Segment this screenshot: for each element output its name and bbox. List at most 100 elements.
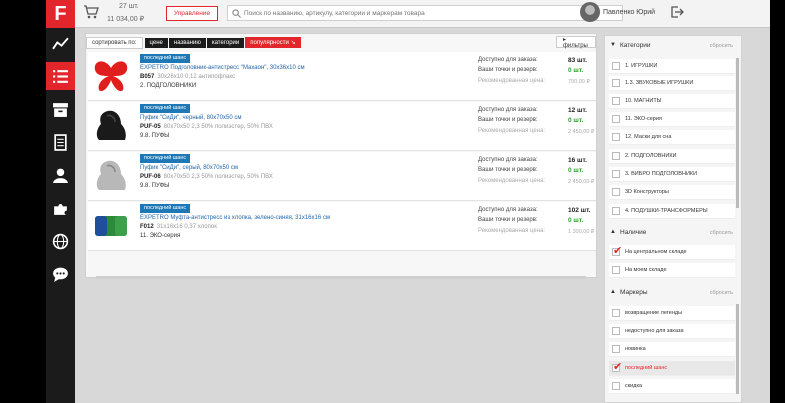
filter-panel: ▼ Категории сбросить 1. ИГРУШКИ 1.3. ЗВУ… [604, 35, 742, 403]
product-name-link[interactable]: Пуфик "СиДи", черный, 80х70х50 см [140, 115, 241, 121]
product-row[interactable]: последний шанс Пуфик "СиДи", черный, 80х… [88, 102, 596, 151]
puzzle-icon[interactable] [46, 194, 75, 222]
product-row[interactable]: последний шанс Пуфик "СиДи", серый, 80х7… [88, 152, 596, 201]
product-name-link[interactable]: EXPETRO Подголовник-антистресс "Махаон",… [140, 65, 305, 71]
price-label: Рекомендованная цена: [478, 78, 546, 84]
filter-marker-item[interactable]: недоступно для заказа [609, 324, 735, 339]
checkbox[interactable] [612, 327, 620, 335]
price-label: Рекомендованная цена: [478, 178, 546, 184]
filter-item-label: возвращение легенды [625, 310, 683, 316]
sort-option-popularity[interactable]: популярности ↘ [245, 37, 301, 48]
document-icon[interactable] [46, 128, 75, 156]
reset-availability-link[interactable]: сбросить [710, 230, 733, 236]
price-value: 700,00 ₽ [568, 79, 590, 85]
checkbox[interactable] [612, 188, 620, 196]
filter-section-title: Наличие [620, 229, 647, 236]
left-letterbox [0, 0, 46, 403]
filter-item-label: последний шанс [625, 365, 668, 371]
stock-value: 0 шт. [568, 217, 584, 224]
product-image [96, 160, 126, 190]
markers-scrollbar[interactable] [736, 304, 739, 394]
checkbox[interactable] [612, 309, 620, 317]
filter-section-categories-header[interactable]: ▼ Категории сбросить [605, 38, 741, 54]
checkbox[interactable] [612, 97, 620, 105]
filter-item-label: 1. ИГРУШКИ [625, 63, 658, 69]
box-icon[interactable] [46, 95, 75, 123]
product-row[interactable]: последний шанс EXPETRO Подголовник-антис… [88, 52, 596, 101]
filter-item-label: 3D Конструкторы [625, 189, 669, 195]
checkbox[interactable] [612, 266, 620, 274]
filter-availability-item[interactable]: На центральном складе [609, 244, 735, 260]
checkbox[interactable] [612, 382, 620, 390]
filters-toggle-button[interactable]: ▸ фильтры [556, 36, 596, 49]
checkbox[interactable] [612, 152, 620, 160]
available-value: 102 шт. [568, 207, 591, 214]
filter-category-item[interactable]: 10. МАГНИТЫ [609, 94, 735, 109]
product-sku: PUF-06 [140, 174, 161, 180]
filter-category-item[interactable]: 3. ВИБРО ПОДГОЛОВНИКИ [609, 167, 735, 182]
user-icon[interactable] [46, 161, 75, 189]
top-header: 27 шт. 11 034,00 ₽ Управление Павленко Ю… [75, 0, 770, 28]
management-button[interactable]: Управление [166, 6, 218, 21]
checkbox[interactable] [612, 79, 620, 87]
filter-marker-item[interactable]: возвращение легенды [609, 306, 735, 321]
avatar[interactable] [580, 2, 600, 22]
logout-icon[interactable] [670, 5, 684, 19]
filter-section-availability-header[interactable]: ▲ Наличие сбросить [605, 225, 741, 241]
sort-option-category[interactable]: категории [206, 37, 245, 48]
cart-count: 27 шт. [119, 3, 139, 10]
filter-section-title: Маркеры [620, 289, 648, 296]
filter-category-item[interactable]: 1.3. ЗВУКОВЫЕ ИГРУШКИ [609, 76, 735, 91]
product-sku-line: F012 31х16х16 0,37 хлопок [140, 224, 217, 230]
filter-category-item[interactable]: 1. ИГРУШКИ [609, 59, 735, 74]
user-name[interactable]: Павленко Юрий [603, 9, 655, 16]
product-tag: последний шанс [140, 54, 191, 63]
filter-marker-item[interactable]: новинка [609, 342, 735, 357]
available-value: 12 шт. [568, 107, 587, 114]
checkbox[interactable] [612, 133, 620, 141]
filter-marker-item[interactable]: последний шанс [609, 360, 735, 376]
catalog-list-icon[interactable] [46, 62, 75, 90]
checkbox-checked[interactable] [612, 244, 622, 257]
reset-markers-link[interactable]: сбросить [710, 290, 733, 296]
search-input[interactable] [244, 7, 614, 19]
price-value: 2 450,00 ₽ [568, 179, 595, 185]
brand-logo[interactable]: F [46, 0, 75, 28]
sort-option-price[interactable]: цене [144, 37, 168, 48]
checkbox[interactable] [612, 62, 620, 70]
filter-item-label: скидка [625, 383, 643, 389]
available-label: Доступно для заказа: [478, 157, 538, 163]
cart-widget[interactable]: 27 шт. 11 034,00 ₽ [83, 3, 153, 25]
chat-icon[interactable] [46, 260, 75, 288]
categories-scrollbar[interactable] [736, 58, 739, 208]
filter-availability-item[interactable]: На моем складе [609, 263, 735, 278]
checkbox[interactable] [612, 115, 620, 123]
product-specs: 80х70х50 2,3 50% полиэстер, 50% ПВХ [163, 124, 273, 130]
sort-label: сортировать по: [86, 36, 143, 49]
filter-category-item[interactable]: 11. ЭКО-серия [609, 112, 735, 127]
search-box [227, 5, 623, 21]
globe-icon[interactable] [46, 227, 75, 255]
search-icon [232, 9, 241, 18]
product-category: 2. ПОДГОЛОВНИКИ [140, 83, 197, 89]
checkbox[interactable] [612, 207, 620, 215]
price-value: 1 300,00 ₽ [568, 229, 595, 235]
filter-category-item[interactable]: 12. Маски для сна [609, 130, 735, 145]
checkbox-checked[interactable] [612, 360, 622, 373]
sort-option-name[interactable]: названию [168, 37, 206, 48]
filter-marker-item[interactable]: скидка [609, 379, 735, 394]
checkbox[interactable] [612, 345, 620, 353]
product-row[interactable]: последний шанс EXPETRO Муфта-антистресс … [88, 202, 596, 251]
checkbox[interactable] [612, 170, 620, 178]
product-name-link[interactable]: EXPETRO Муфта-антистресс из хлопка, зеле… [140, 215, 330, 221]
stock-value: 0 шт. [568, 167, 584, 174]
horizontal-scrollbar[interactable] [96, 276, 586, 279]
analytics-chart-icon[interactable] [46, 29, 75, 57]
reset-categories-link[interactable]: сбросить [710, 43, 733, 49]
filter-category-item[interactable]: 4. ПОДУШКИ-ТРАНСФОРМЕРЫ [609, 204, 735, 219]
filter-category-item[interactable]: 2. ПОДГОЛОВНИКИ [609, 149, 735, 164]
product-name-link[interactable]: Пуфик "СиДи", серый, 80х70х50 см [140, 165, 238, 171]
filter-section-markers-header[interactable]: ▲ Маркеры сбросить [605, 285, 741, 301]
filter-category-item[interactable]: 3D Конструкторы [609, 185, 735, 200]
stock-value: 0 шт. [568, 117, 584, 124]
